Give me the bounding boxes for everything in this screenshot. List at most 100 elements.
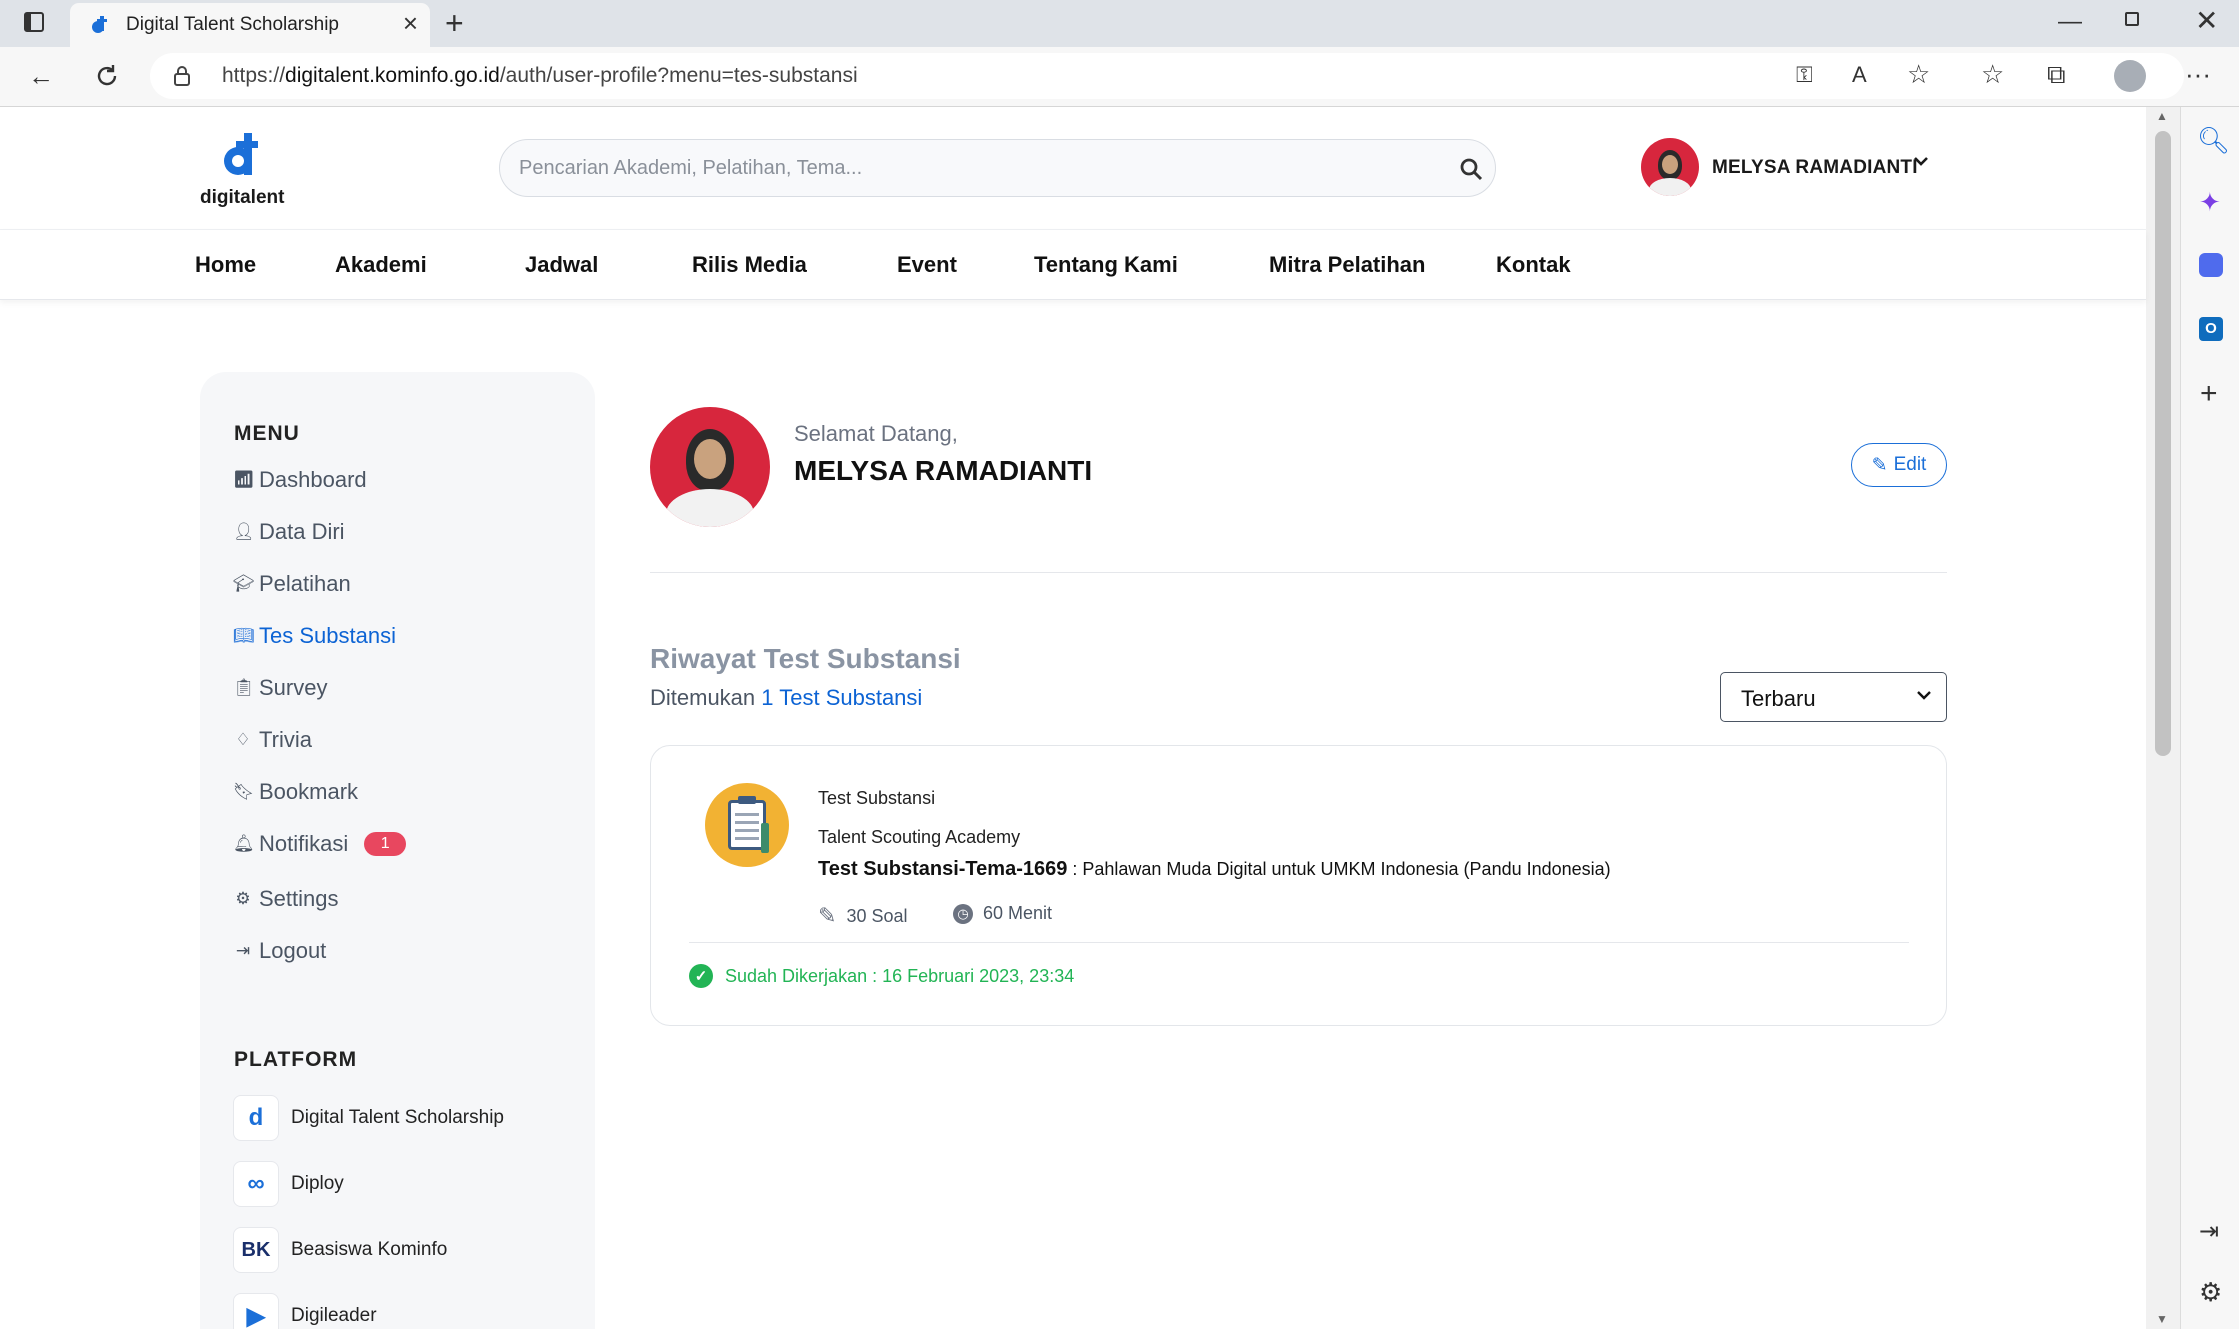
search-icon[interactable]: 🔍︎ <box>2197 125 2230 156</box>
history-title: Riwayat Test Substansi <box>650 643 961 674</box>
minimize-icon[interactable]: — <box>2058 8 2082 36</box>
diploy-logo: ∞ <box>233 1161 279 1207</box>
search-input[interactable]: Pencarian Akademi, Pelatihan, Tema... <box>519 157 862 180</box>
sidebar-item-dashboard[interactable]: 📶︎ Dashboard <box>233 467 367 493</box>
hide-sidebar-icon[interactable]: ⇥ <box>2199 1217 2219 1246</box>
window-close-icon[interactable]: ✕ <box>2195 4 2218 37</box>
graduation-cap-icon: 🎓︎ <box>233 574 255 593</box>
notification-badge: 1 <box>364 832 407 856</box>
sidebar-item-bookmark[interactable]: 🔖︎ Bookmark <box>233 779 358 805</box>
browser-tab-bar: Digital Talent Scholarship × + — ✕ <box>0 0 2239 47</box>
restore-icon[interactable] <box>2125 12 2139 26</box>
exam-clipboard-icon <box>705 783 789 867</box>
profile-sidebar-menu: MENU 📶︎ Dashboard 👤︎ Data Diri 🎓︎ Pelatihan… <box>200 372 595 1329</box>
book-icon: 📖︎ <box>233 626 255 645</box>
tab-title: Digital Talent Scholarship <box>126 14 339 35</box>
more-options-icon[interactable]: ··· <box>2185 59 2211 89</box>
test-question-count: ✎ 30 Soal <box>818 903 908 928</box>
add-favorite-icon[interactable]: ☆ <box>1907 59 1930 89</box>
bar-chart-icon: 📶︎ <box>233 470 255 489</box>
platform-item-digileader[interactable]: ▶ Digileader <box>233 1293 377 1329</box>
sidebar-item-notifikasi[interactable]: 🔔︎ Notifikasi 1 <box>233 831 407 857</box>
new-tab-icon[interactable]: + <box>445 4 464 42</box>
close-tab-icon[interactable]: × <box>403 9 418 37</box>
menu-section-title: MENU <box>234 422 300 445</box>
bookmark-icon: 🔖︎ <box>233 782 255 801</box>
beasiswa-kominfo-logo: BK <box>233 1227 279 1273</box>
sidebar-item-data-diri[interactable]: 👤︎ Data Diri <box>233 519 345 545</box>
platform-item-beasiswa-kominfo[interactable]: BK Beasiswa Kominfo <box>233 1227 447 1273</box>
profile-avatar <box>650 407 770 527</box>
edit-profile-button[interactable]: ✎ Edit <box>1851 443 1947 487</box>
sort-select[interactable]: Terbaru <box>1720 672 1947 722</box>
browser-tab[interactable]: Digital Talent Scholarship × <box>70 3 430 47</box>
check-circle-icon: ✓ <box>689 964 713 988</box>
read-aloud-icon[interactable]: A <box>1852 60 1867 90</box>
chevron-down-icon <box>1917 691 1931 700</box>
collections-icon[interactable]: ⧉ <box>2047 59 2066 89</box>
pencil-icon: ✎ <box>1871 454 1888 476</box>
search-icon[interactable] <box>1459 157 1483 181</box>
nav-tentang-kami[interactable]: Tentang Kami <box>1034 252 1178 278</box>
site-search-bar[interactable]: Pencarian Akademi, Pelatihan, Tema... <box>499 139 1496 197</box>
header-user-name[interactable]: MELYSA RAMADIANTI <box>1712 157 1918 179</box>
key-icon[interactable]: ⚿ <box>1796 60 1813 90</box>
add-sidebar-app-icon[interactable]: + <box>2200 377 2218 411</box>
browser-toolbar: ← https://digitalent.kominfo.go.id/auth/… <box>0 47 2239 107</box>
sidebar-settings-icon[interactable]: ⚙ <box>2199 1277 2222 1308</box>
welcome-text: Selamat Datang, <box>794 421 958 446</box>
user-icon: 👤︎ <box>233 522 255 541</box>
test-status: ✓ Sudah Dikerjakan : 16 Februari 2023, 23… <box>689 964 1074 988</box>
sidebar-item-settings[interactable]: ⚙ Settings <box>233 886 338 912</box>
nav-mitra-pelatihan[interactable]: Mitra Pelatihan <box>1269 252 1425 278</box>
scroll-up-icon[interactable]: ▲ <box>2156 109 2168 123</box>
chevron-down-icon[interactable] <box>1911 151 1931 171</box>
user-avatar[interactable] <box>1641 138 1699 196</box>
test-history-card[interactable]: Test Substansi Talent Scouting Academy T… <box>650 745 1947 1026</box>
nav-rilis-media[interactable]: Rilis Media <box>692 252 807 278</box>
nav-akademi[interactable]: Akademi <box>335 252 427 278</box>
digileader-logo: ▶ <box>233 1293 279 1329</box>
address-bar[interactable]: https://digitalent.kominfo.go.id/auth/us… <box>150 53 2184 99</box>
refresh-icon[interactable] <box>93 62 121 90</box>
sidebar-toggle-icon[interactable] <box>24 12 44 32</box>
platform-item-dts[interactable]: d Digital Talent Scholarship <box>233 1095 504 1141</box>
office-icon[interactable] <box>2199 253 2223 277</box>
browser-profile-icon[interactable] <box>2114 60 2146 92</box>
sort-selected-value: Terbaru <box>1741 686 1816 711</box>
main-nav: Home Akademi Jadwal Rilis Media Event Te… <box>0 230 2146 300</box>
nav-home[interactable]: Home <box>195 252 256 278</box>
nav-kontak[interactable]: Kontak <box>1496 252 1571 278</box>
back-icon[interactable]: ← <box>28 61 54 91</box>
lock-icon[interactable] <box>172 65 192 87</box>
nav-event[interactable]: Event <box>897 252 957 278</box>
outlook-icon[interactable]: O <box>2199 317 2223 341</box>
results-count-link[interactable]: 1 Test Substansi <box>761 685 922 710</box>
digitalent-logo[interactable] <box>218 127 270 183</box>
nav-jadwal[interactable]: Jadwal <box>525 252 598 278</box>
test-type-label: Test Substansi <box>818 788 936 808</box>
logo-text[interactable]: digitalent <box>200 187 284 209</box>
sidebar-item-logout[interactable]: ⇥ Logout <box>233 938 326 964</box>
scroll-thumb[interactable] <box>2155 131 2171 756</box>
url-text[interactable]: https://digitalent.kominfo.go.id/auth/us… <box>222 64 858 88</box>
logout-icon: ⇥ <box>235 941 251 960</box>
sidebar-item-trivia[interactable]: ♢ Trivia <box>233 727 312 753</box>
clipboard-icon: 📋︎ <box>233 678 255 697</box>
test-name[interactable]: Test Substansi-Tema-1669 : Pahlawan Muda… <box>818 858 1611 881</box>
sidebar-item-pelatihan[interactable]: 🎓︎ Pelatihan <box>233 571 351 597</box>
page-scrollbar[interactable]: ▲ ▼ <box>2146 107 2180 1329</box>
gear-icon: ⚙ <box>235 889 251 908</box>
favorites-icon[interactable]: ☆ <box>1981 59 2004 89</box>
profile-name: MELYSA RAMADIANTI <box>794 455 1093 486</box>
scroll-down-icon[interactable]: ▼ <box>2156 1312 2168 1326</box>
clock-icon: ◷ <box>953 903 973 924</box>
test-duration: ◷ 60 Menit <box>953 903 1052 924</box>
sidebar-item-survey[interactable]: 📋︎ Survey <box>233 675 327 701</box>
sidebar-item-tes-substansi[interactable]: 📖︎ Tes Substansi <box>233 623 396 649</box>
results-count: Ditemukan 1 Test Substansi <box>650 685 923 710</box>
platform-item-diploy[interactable]: ∞ Diploy <box>233 1161 344 1207</box>
dts-logo: d <box>233 1095 279 1141</box>
copilot-icon[interactable]: ✦ <box>2199 187 2221 218</box>
edge-sidebar: 🔍︎ ✦ O + ⇥ ⚙ <box>2180 107 2239 1329</box>
